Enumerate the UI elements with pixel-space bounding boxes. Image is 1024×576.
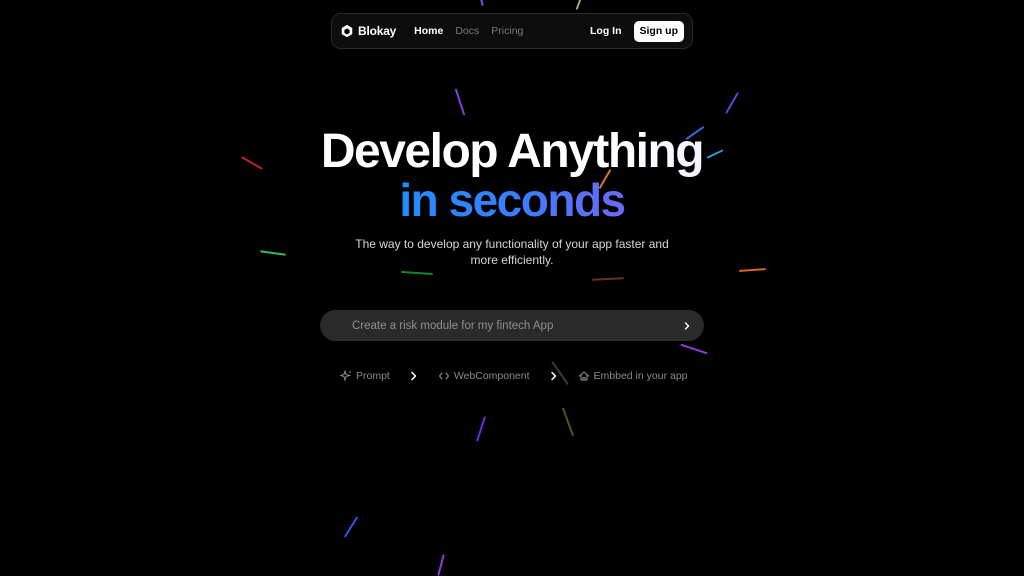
nav-link-pricing[interactable]: Pricing: [491, 25, 523, 37]
chevron-right-icon[interactable]: [682, 321, 692, 331]
decor-streak: [738, 268, 767, 272]
decor-streak: [400, 270, 434, 276]
brand[interactable]: Blokay: [340, 24, 396, 38]
decor-streak: [575, 0, 583, 10]
hero-title-highlight: in seconds: [399, 174, 626, 226]
decor-streak: [343, 516, 359, 538]
prompt-input[interactable]: [352, 319, 682, 332]
code-icon: [438, 372, 449, 380]
step-label: WebComponent: [453, 370, 530, 382]
decor-streak: [454, 88, 466, 116]
nav-link-docs[interactable]: Docs: [455, 25, 479, 37]
decor-streak: [476, 416, 486, 442]
decor-streak: [561, 407, 575, 437]
decor-streak: [725, 92, 739, 114]
top-navbar: Blokay Home Docs Pricing Log In Sign up: [331, 13, 693, 49]
blokay-logo-icon: [341, 24, 353, 38]
sparkle-icon: [340, 370, 352, 382]
chevron-right-icon: [411, 371, 417, 381]
decor-streak: [437, 554, 445, 576]
nav-link-home[interactable]: Home: [414, 25, 443, 37]
login-link[interactable]: Log In: [590, 25, 622, 37]
step-label: Embbed in your app: [593, 370, 688, 382]
home-icon: [578, 371, 589, 381]
steps-row: Prompt WebComponent Embbed in your app: [340, 368, 690, 384]
hero-title-line2: in seconds: [0, 172, 1024, 228]
step-label: Prompt: [356, 370, 390, 382]
decor-streak: [259, 250, 287, 256]
decor-streak: [478, 0, 484, 7]
decor-streak: [591, 277, 625, 281]
signup-button[interactable]: Sign up: [633, 20, 684, 42]
page: Blokay Home Docs Pricing Log In Sign up …: [0, 0, 1024, 576]
step-webcomponent: WebComponent: [438, 370, 530, 382]
prompt-bar: [320, 310, 704, 341]
brand-name: Blokay: [358, 24, 397, 38]
decor-streak: [680, 343, 708, 355]
step-embed: Embbed in your app: [578, 370, 688, 382]
chevron-right-icon: [550, 371, 556, 381]
hero-subtitle: The way to develop any functionality of …: [355, 237, 669, 267]
step-prompt: Prompt: [340, 370, 390, 382]
